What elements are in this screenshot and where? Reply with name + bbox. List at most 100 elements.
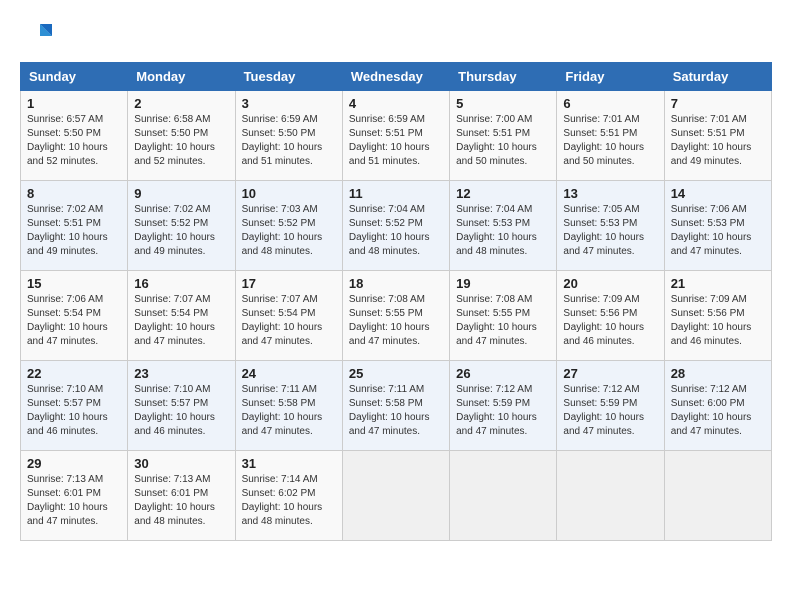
day-number: 5: [456, 96, 550, 111]
day-number: 29: [27, 456, 121, 471]
day-info: Sunrise: 7:10 AM Sunset: 5:57 PM Dayligh…: [27, 383, 121, 439]
calendar-cell: 3 Sunrise: 6:59 AM Sunset: 5:50 PM Daylig…: [235, 91, 342, 181]
day-info: Sunrise: 7:12 AM Sunset: 6:00 PM Dayligh…: [671, 383, 765, 439]
weekday-header-friday: Friday: [557, 63, 664, 91]
day-info: Sunrise: 7:12 AM Sunset: 5:59 PM Dayligh…: [563, 383, 657, 439]
day-info: Sunrise: 7:08 AM Sunset: 5:55 PM Dayligh…: [349, 293, 443, 349]
calendar-cell: 22 Sunrise: 7:10 AM Sunset: 5:57 PM Dayli…: [21, 361, 128, 451]
weekday-header-sunday: Sunday: [21, 63, 128, 91]
day-number: 1: [27, 96, 121, 111]
calendar-cell: 31 Sunrise: 7:14 AM Sunset: 6:02 PM Dayli…: [235, 451, 342, 541]
day-info: Sunrise: 6:57 AM Sunset: 5:50 PM Dayligh…: [27, 113, 121, 169]
day-info: Sunrise: 7:09 AM Sunset: 5:56 PM Dayligh…: [563, 293, 657, 349]
weekday-header-thursday: Thursday: [450, 63, 557, 91]
day-info: Sunrise: 7:06 AM Sunset: 5:53 PM Dayligh…: [671, 203, 765, 259]
day-info: Sunrise: 7:10 AM Sunset: 5:57 PM Dayligh…: [134, 383, 228, 439]
calendar-cell: [342, 451, 449, 541]
day-number: 8: [27, 186, 121, 201]
day-info: Sunrise: 7:12 AM Sunset: 5:59 PM Dayligh…: [456, 383, 550, 439]
calendar-cell: 27 Sunrise: 7:12 AM Sunset: 5:59 PM Dayli…: [557, 361, 664, 451]
day-number: 13: [563, 186, 657, 201]
day-info: Sunrise: 6:59 AM Sunset: 5:50 PM Dayligh…: [242, 113, 336, 169]
calendar-cell: 8Sunrise: 7:02 AM Sunset: 5:51 PM Daylig…: [21, 181, 128, 271]
day-number: 3: [242, 96, 336, 111]
day-info: Sunrise: 7:05 AM Sunset: 5:53 PM Dayligh…: [563, 203, 657, 259]
day-number: 27: [563, 366, 657, 381]
day-number: 26: [456, 366, 550, 381]
day-number: 28: [671, 366, 765, 381]
day-number: 24: [242, 366, 336, 381]
calendar-cell: 26 Sunrise: 7:12 AM Sunset: 5:59 PM Dayli…: [450, 361, 557, 451]
day-number: 10: [242, 186, 336, 201]
weekday-header-tuesday: Tuesday: [235, 63, 342, 91]
day-number: 6: [563, 96, 657, 111]
calendar-table: SundayMondayTuesdayWednesdayThursdayFrid…: [20, 62, 772, 541]
calendar-cell: 15 Sunrise: 7:06 AM Sunset: 5:54 PM Dayli…: [21, 271, 128, 361]
weekday-header-wednesday: Wednesday: [342, 63, 449, 91]
calendar-cell: 25 Sunrise: 7:11 AM Sunset: 5:58 PM Dayli…: [342, 361, 449, 451]
calendar-cell: 5Sunrise: 7:00 AM Sunset: 5:51 PM Daylig…: [450, 91, 557, 181]
day-info: Sunrise: 7:06 AM Sunset: 5:54 PM Dayligh…: [27, 293, 121, 349]
day-info: Sunrise: 7:07 AM Sunset: 5:54 PM Dayligh…: [242, 293, 336, 349]
calendar-cell: 2 Sunrise: 6:58 AM Sunset: 5:50 PM Daylig…: [128, 91, 235, 181]
header: [20, 20, 772, 52]
day-number: 15: [27, 276, 121, 291]
day-number: 12: [456, 186, 550, 201]
day-info: Sunrise: 6:59 AM Sunset: 5:51 PM Dayligh…: [349, 113, 443, 169]
calendar-cell: 14 Sunrise: 7:06 AM Sunset: 5:53 PM Dayli…: [664, 181, 771, 271]
calendar-week-4: 22 Sunrise: 7:10 AM Sunset: 5:57 PM Dayli…: [21, 361, 772, 451]
calendar-week-2: 8Sunrise: 7:02 AM Sunset: 5:51 PM Daylig…: [21, 181, 772, 271]
calendar-week-3: 15 Sunrise: 7:06 AM Sunset: 5:54 PM Dayli…: [21, 271, 772, 361]
calendar-cell: 20 Sunrise: 7:09 AM Sunset: 5:56 PM Dayli…: [557, 271, 664, 361]
day-info: Sunrise: 7:09 AM Sunset: 5:56 PM Dayligh…: [671, 293, 765, 349]
calendar-cell: [450, 451, 557, 541]
logo: [20, 20, 56, 52]
day-number: 20: [563, 276, 657, 291]
calendar-cell: 17Sunrise: 7:07 AM Sunset: 5:54 PM Dayli…: [235, 271, 342, 361]
calendar-cell: 18Sunrise: 7:08 AM Sunset: 5:55 PM Dayli…: [342, 271, 449, 361]
day-info: Sunrise: 7:11 AM Sunset: 5:58 PM Dayligh…: [349, 383, 443, 439]
calendar-week-1: 1 Sunrise: 6:57 AM Sunset: 5:50 PM Daylig…: [21, 91, 772, 181]
calendar-cell: [664, 451, 771, 541]
day-info: Sunrise: 7:01 AM Sunset: 5:51 PM Dayligh…: [563, 113, 657, 169]
weekday-header-monday: Monday: [128, 63, 235, 91]
day-number: 31: [242, 456, 336, 471]
day-number: 14: [671, 186, 765, 201]
calendar-cell: 24 Sunrise: 7:11 AM Sunset: 5:58 PM Dayli…: [235, 361, 342, 451]
day-number: 30: [134, 456, 228, 471]
day-number: 21: [671, 276, 765, 291]
calendar-cell: 6 Sunrise: 7:01 AM Sunset: 5:51 PM Daylig…: [557, 91, 664, 181]
day-info: Sunrise: 7:08 AM Sunset: 5:55 PM Dayligh…: [456, 293, 550, 349]
day-info: Sunrise: 7:11 AM Sunset: 5:58 PM Dayligh…: [242, 383, 336, 439]
day-number: 7: [671, 96, 765, 111]
day-info: Sunrise: 7:04 AM Sunset: 5:53 PM Dayligh…: [456, 203, 550, 259]
weekday-header-saturday: Saturday: [664, 63, 771, 91]
day-number: 2: [134, 96, 228, 111]
calendar-cell: 9Sunrise: 7:02 AM Sunset: 5:52 PM Daylig…: [128, 181, 235, 271]
calendar-cell: 19Sunrise: 7:08 AM Sunset: 5:55 PM Dayli…: [450, 271, 557, 361]
day-number: 16: [134, 276, 228, 291]
calendar-cell: 7 Sunrise: 7:01 AM Sunset: 5:51 PM Daylig…: [664, 91, 771, 181]
day-number: 9: [134, 186, 228, 201]
calendar-cell: 1 Sunrise: 6:57 AM Sunset: 5:50 PM Daylig…: [21, 91, 128, 181]
day-info: Sunrise: 7:13 AM Sunset: 6:01 PM Dayligh…: [134, 473, 228, 529]
calendar-cell: [557, 451, 664, 541]
day-number: 22: [27, 366, 121, 381]
calendar-cell: 10 Sunrise: 7:03 AM Sunset: 5:52 PM Dayli…: [235, 181, 342, 271]
calendar-cell: 4 Sunrise: 6:59 AM Sunset: 5:51 PM Daylig…: [342, 91, 449, 181]
calendar-cell: 30 Sunrise: 7:13 AM Sunset: 6:01 PM Dayli…: [128, 451, 235, 541]
day-info: Sunrise: 7:14 AM Sunset: 6:02 PM Dayligh…: [242, 473, 336, 529]
calendar-cell: 11Sunrise: 7:04 AM Sunset: 5:52 PM Dayli…: [342, 181, 449, 271]
day-info: Sunrise: 6:58 AM Sunset: 5:50 PM Dayligh…: [134, 113, 228, 169]
day-number: 11: [349, 186, 443, 201]
day-number: 4: [349, 96, 443, 111]
logo-icon: [20, 20, 52, 52]
day-info: Sunrise: 7:01 AM Sunset: 5:51 PM Dayligh…: [671, 113, 765, 169]
calendar-cell: 28 Sunrise: 7:12 AM Sunset: 6:00 PM Dayli…: [664, 361, 771, 451]
day-number: 23: [134, 366, 228, 381]
day-info: Sunrise: 7:03 AM Sunset: 5:52 PM Dayligh…: [242, 203, 336, 259]
calendar-cell: 29Sunrise: 7:13 AM Sunset: 6:01 PM Dayli…: [21, 451, 128, 541]
calendar-cell: 12 Sunrise: 7:04 AM Sunset: 5:53 PM Dayli…: [450, 181, 557, 271]
calendar-week-5: 29 Sunrise: 7:13 AM Sunset: 6:01 PM Dayli…: [21, 451, 772, 541]
day-number: 25: [349, 366, 443, 381]
